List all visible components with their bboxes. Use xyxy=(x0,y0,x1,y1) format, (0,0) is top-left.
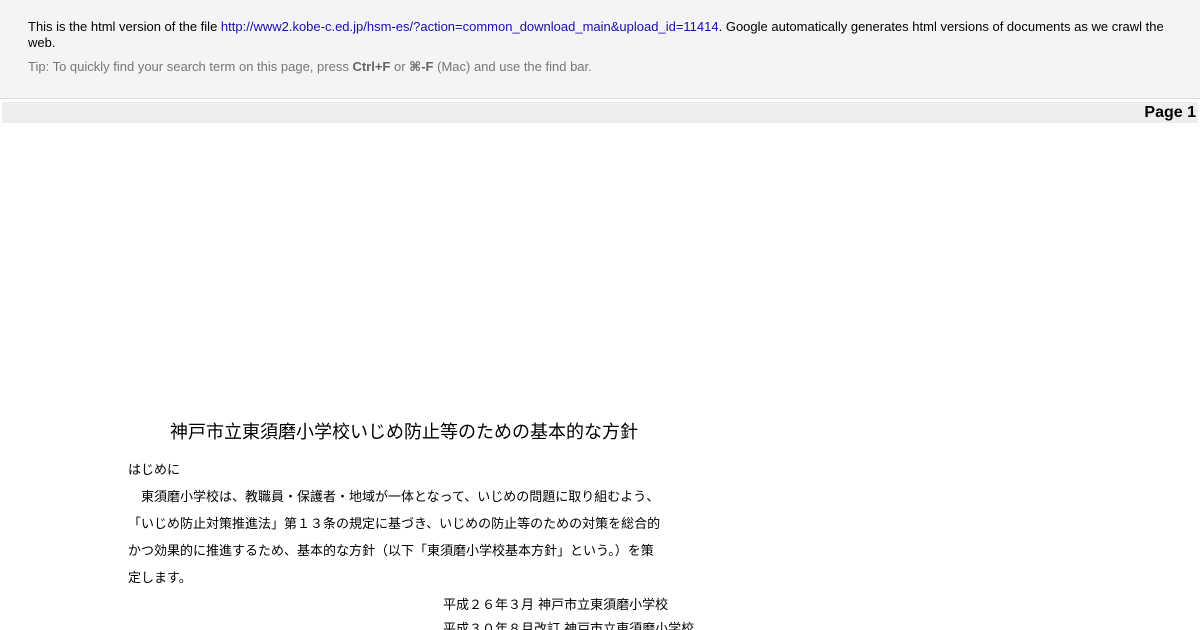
find-tip-prefix: Tip: To quickly find your search term on… xyxy=(28,59,353,74)
page-number-label: Page 1 xyxy=(1144,104,1196,121)
find-tip: Tip: To quickly find your search term on… xyxy=(28,59,592,75)
paragraph-line: 東須磨小学校は、教職員・保護者・地域が一体となって、いじめの問題に取り組むよう、 xyxy=(128,490,660,505)
source-file-link[interactable]: http://www2.kobe-c.ed.jp/hsm-es/?action=… xyxy=(221,19,719,34)
signature-line: 平成２６年３月 神戸市立東須磨小学校 xyxy=(443,598,669,613)
signature-line: 平成３０年８月改訂 神戸市立東須磨小学校 xyxy=(443,622,695,630)
paragraph-line: かつ効果的に推進するため、基本的な方針（以下「東須磨小学校基本方針」という。）を… xyxy=(128,544,654,559)
paragraph-line: 「いじめ防止対策推進法」第１３条の規定に基づき、いじめの防止等のための対策を総合… xyxy=(128,517,661,532)
document-heading: はじめに xyxy=(128,463,181,478)
page-header-bar: Page 1 xyxy=(2,102,1198,123)
cache-notice-intro: This is the html version of the file xyxy=(28,19,221,34)
cache-banner: This is the html version of the file htt… xyxy=(0,0,1200,99)
document-body: 神戸市立東須磨小学校いじめ防止等のための基本的な方針 はじめに 東須磨小学校は、… xyxy=(0,123,1200,630)
find-tip-or: or xyxy=(390,59,410,74)
find-tip-key-cmd: ⌘-F xyxy=(409,59,434,74)
paragraph-line: 定します。 xyxy=(128,571,192,586)
find-tip-suffix: (Mac) and use the find bar. xyxy=(433,59,592,74)
find-tip-key-ctrl: Ctrl+F xyxy=(352,59,391,74)
document-title: 神戸市立東須磨小学校いじめ防止等のための基本的な方針 xyxy=(170,422,638,443)
cache-notice: This is the html version of the file htt… xyxy=(28,19,1168,51)
